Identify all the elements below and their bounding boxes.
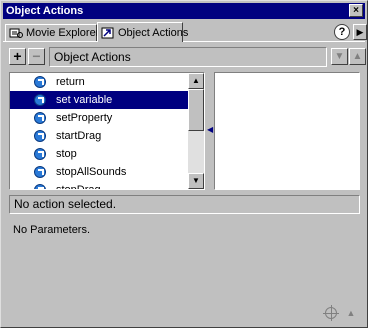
list-item-label: setProperty (56, 112, 113, 124)
list-item-selected[interactable]: set variable (10, 91, 188, 109)
remove-action-button[interactable]: − (28, 48, 45, 65)
script-pane[interactable] (214, 72, 360, 190)
list-item[interactable]: stop (10, 145, 188, 163)
move-down-button[interactable]: ▼ (331, 48, 348, 65)
scroll-up-button[interactable]: ▲ (188, 73, 204, 89)
expand-triangle-icon[interactable]: ▲ (345, 307, 357, 319)
list-item-label: stopDrag (56, 184, 101, 189)
actions-list-items: return set variable setProperty startDra… (10, 73, 188, 189)
list-item-label: startDrag (56, 130, 102, 142)
parameters-message: No Parameters. (13, 224, 91, 236)
list-item[interactable]: return (10, 73, 188, 91)
tab-label: Object Actions (118, 26, 189, 39)
window-title: Object Actions (6, 5, 84, 17)
action-icon (34, 112, 46, 124)
tab-movie-explorer[interactable]: Movie Explorer (5, 24, 100, 41)
target-icon[interactable] (323, 305, 339, 321)
close-button[interactable]: × (349, 4, 363, 17)
list-scrollbar[interactable]: ▲ ▼ (188, 73, 204, 189)
title-bar[interactable]: Object Actions × (3, 3, 365, 19)
move-up-button[interactable]: ▲ (349, 48, 366, 65)
list-item-label: stopAllSounds (56, 166, 127, 178)
list-item-label: stop (56, 148, 77, 160)
parameters-area: No Parameters. (9, 219, 360, 319)
collapse-arrow-icon[interactable]: ◀ (207, 124, 213, 136)
panel-name-field: Object Actions (49, 47, 327, 67)
panel-tabs: Movie Explorer Object Actions ? ▶ (5, 22, 367, 42)
action-icon (34, 184, 46, 189)
list-item[interactable]: startDrag (10, 127, 188, 145)
action-icon (34, 166, 46, 178)
list-item[interactable]: stopDrag (10, 181, 188, 189)
actions-list[interactable]: return set variable setProperty startDra… (9, 72, 205, 190)
list-item[interactable]: stopAllSounds (10, 163, 188, 181)
action-icon (34, 76, 46, 88)
tab-label: Movie Explorer (26, 27, 100, 39)
add-action-button[interactable]: + (9, 48, 26, 65)
action-icon (34, 148, 46, 160)
list-item[interactable]: setProperty (10, 109, 188, 127)
divider (3, 41, 365, 42)
object-actions-icon (101, 27, 115, 39)
scroll-thumb[interactable] (188, 89, 204, 131)
pane-splitter[interactable]: ◀ (206, 72, 214, 190)
tab-object-actions[interactable]: Object Actions (97, 22, 188, 42)
panel-menu-button[interactable]: ▶ (353, 24, 367, 40)
action-icon (34, 130, 46, 142)
scroll-down-button[interactable]: ▼ (188, 173, 204, 189)
help-button[interactable]: ? (334, 24, 350, 40)
list-item-label: set variable (56, 94, 113, 106)
movie-explorer-icon (9, 27, 23, 39)
status-field: No action selected. (9, 195, 360, 214)
list-item-label: return (56, 76, 85, 88)
object-actions-window: Object Actions × Movie Explorer Object A… (0, 0, 368, 328)
action-icon (34, 94, 46, 106)
toolbar: + − Object Actions ▼ ▲ (9, 47, 366, 67)
